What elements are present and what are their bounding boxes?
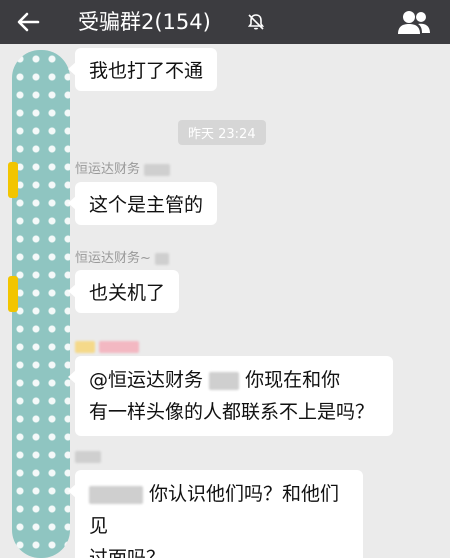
- message-text: 我也打了不通: [89, 60, 204, 82]
- message-bubble[interactable]: 这个是主管的: [67, 182, 218, 225]
- chat-header: 受骗群2(154): [0, 0, 450, 44]
- sender-name: [75, 449, 101, 464]
- message-bubble[interactable]: 你认识他们吗？和他们见 过面吗？: [68, 470, 363, 558]
- mention[interactable]: @恒运达财务: [89, 369, 203, 391]
- sender-name: [75, 339, 140, 354]
- image-obscuring-strip: [12, 50, 70, 558]
- message-text: 你现在和你: [245, 369, 341, 391]
- message-bubble[interactable]: 我也打了不通: [67, 48, 218, 91]
- sender-name: 恒运达财务: [75, 158, 171, 177]
- message-bubble[interactable]: 也关机了: [67, 270, 180, 313]
- avatar[interactable]: [8, 162, 18, 198]
- avatar[interactable]: [8, 276, 18, 312]
- timestamp: 昨天 23:24: [178, 120, 266, 145]
- message-text: 也关机了: [89, 282, 166, 304]
- chat-title: 受骗群2(154): [78, 10, 211, 34]
- back-arrow-icon[interactable]: [14, 8, 42, 36]
- group-members-icon[interactable]: [396, 8, 432, 36]
- message-text: 过面吗？: [89, 547, 166, 558]
- message-bubble[interactable]: @恒运达财务 你现在和你 有一样头像的人都联系不上是吗？: [68, 356, 393, 436]
- bell-muted-icon: [247, 14, 265, 30]
- message-text: 有一样头像的人都联系不上是吗？: [89, 401, 375, 423]
- sender-name: 恒运达财务~: [75, 247, 170, 266]
- message-text: 这个是主管的: [89, 194, 204, 216]
- chat-message-area[interactable]: 我也打了不通 昨天 23:24 恒运达财务 这个是主管的 恒运达财务~ 也关机了…: [0, 44, 450, 558]
